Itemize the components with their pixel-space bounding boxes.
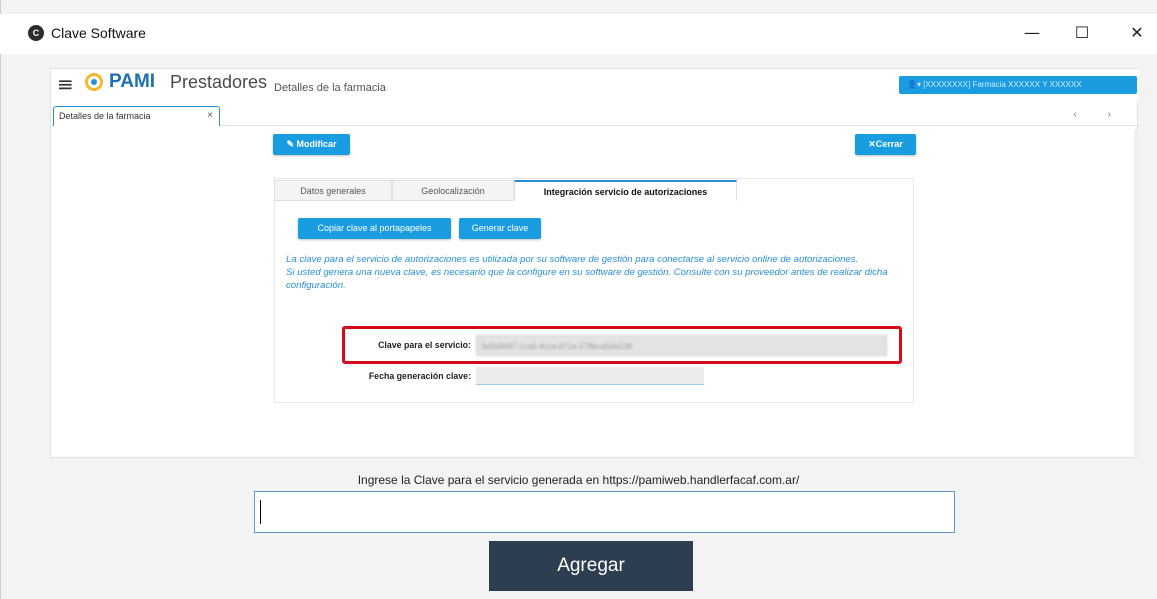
- input-prompt: Ingrese la Clave para el servicio genera…: [357, 473, 800, 487]
- maximize-button[interactable]: ☐: [1060, 18, 1104, 48]
- text-caret: [260, 500, 261, 524]
- modificar-label: Modificar: [296, 139, 337, 149]
- info-line: Si usted genera una nueva clave, es nece…: [286, 267, 888, 291]
- title-bar: C Clave Software — ☐ ✕: [0, 14, 1157, 54]
- user-icon: 👤▾: [907, 80, 924, 89]
- tab-integracion[interactable]: Integración servicio de autorizaciones: [514, 180, 737, 201]
- hamburger-menu-icon[interactable]: ≡: [57, 72, 74, 96]
- document-tab[interactable]: Detalles de la farmacia ×: [53, 106, 220, 126]
- embedded-web-page: ≡ PAMI Prestadores Detalles de la farmac…: [50, 68, 1139, 459]
- user-menu-button[interactable]: 👤▾ [XXXXXXXX] Farmacia XXXXXX Y XXXXXX: [899, 76, 1137, 94]
- brand-prestadores: Prestadores: [170, 72, 268, 92]
- cerrar-label: Cerrar: [875, 139, 903, 149]
- document-tab-close-icon[interactable]: ×: [207, 107, 213, 125]
- tab-datos-generales[interactable]: Datos generales: [274, 180, 392, 201]
- web-header: ≡ PAMI Prestadores Detalles de la farmac…: [51, 69, 1139, 101]
- fecha-field: [476, 367, 704, 385]
- cerrar-button[interactable]: ✕Cerrar: [855, 134, 916, 155]
- scrollbar[interactable]: [1134, 129, 1139, 459]
- clave-label: Clave para el servicio:: [378, 340, 471, 350]
- document-tab-bar: Detalles de la farmacia × ‹ ›: [51, 106, 1139, 126]
- pencil-icon: ✎: [286, 139, 297, 149]
- tab-scroll-arrows[interactable]: ‹ ›: [1074, 109, 1125, 120]
- minimize-button[interactable]: —: [1010, 18, 1054, 48]
- app-logo-icon: C: [28, 25, 44, 41]
- window-title: Clave Software: [51, 25, 146, 41]
- tab-geolocalizacion[interactable]: Geolocalización: [392, 180, 514, 201]
- info-line: La clave para el servicio de autorizacio…: [286, 254, 859, 265]
- clave-field[interactable]: 3e5b8d47-1ca5-4cca-b71e-578bca5da106: [476, 335, 887, 356]
- generar-clave-button[interactable]: Generar clave: [459, 218, 541, 239]
- close-icon: ✕: [868, 139, 876, 149]
- pami-logo-icon: [85, 73, 103, 91]
- document-tab-label: Detalles de la farmacia: [59, 111, 151, 121]
- modificar-button[interactable]: ✎ Modificar: [273, 134, 350, 155]
- info-text: La clave para el servicio de autorizacio…: [286, 253, 906, 292]
- copiar-clave-button[interactable]: Copiar clave al portapapeles: [298, 218, 451, 239]
- user-menu-label: [XXXXXXXX] Farmacia XXXXXX Y XXXXXX: [923, 80, 1082, 89]
- breadcrumb: Detalles de la farmacia: [274, 82, 386, 94]
- close-window-button[interactable]: ✕: [1115, 18, 1157, 48]
- clave-input[interactable]: [254, 491, 955, 533]
- fecha-label: Fecha generación clave:: [368, 371, 471, 381]
- brand-pami: PAMI: [109, 71, 156, 92]
- agregar-button[interactable]: Agregar: [489, 541, 693, 591]
